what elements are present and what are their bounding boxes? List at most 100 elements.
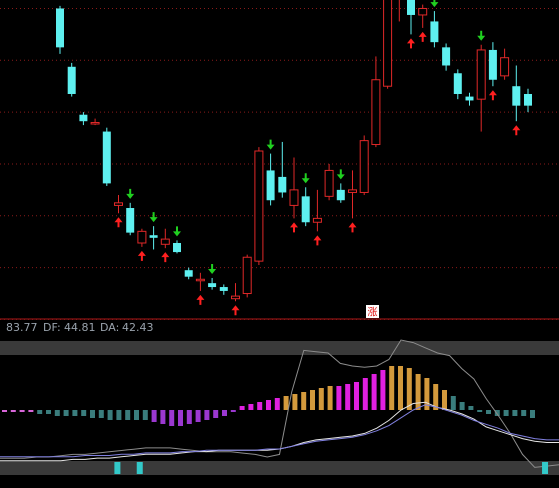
- histogram-bar: [450, 396, 456, 410]
- legend-da-label: DA:: [100, 321, 119, 334]
- histogram-bar: [362, 378, 368, 410]
- histogram-bar: [54, 410, 60, 416]
- buy-arrow: [114, 217, 123, 228]
- sell-arrow: [126, 188, 135, 199]
- sell-arrow: [173, 226, 181, 237]
- sell-arrow: [336, 169, 345, 180]
- candle-body: [359, 140, 369, 193]
- histogram-bar: [204, 410, 210, 420]
- histogram-bar: [239, 406, 245, 410]
- histogram-bar: [142, 410, 148, 420]
- histogram-bar: [292, 394, 298, 410]
- candle-body: [476, 49, 486, 100]
- sell-arrow: [208, 263, 217, 274]
- candle-body: [371, 79, 381, 146]
- candle-body: [184, 270, 193, 277]
- histogram-bar: [151, 410, 157, 422]
- buy-arrow: [348, 222, 357, 233]
- histogram-bar: [345, 384, 351, 410]
- candle-body: [126, 208, 135, 233]
- buy-arrow: [161, 252, 170, 263]
- indicator-marker: [136, 462, 143, 474]
- histogram-bar: [19, 410, 25, 412]
- candle-body: [149, 235, 158, 238]
- candle-body: [512, 86, 521, 106]
- histogram-bar: [503, 410, 509, 416]
- histogram-bar: [81, 410, 87, 416]
- candle-body: [312, 217, 322, 223]
- histogram-bar: [98, 410, 104, 418]
- histogram-bar: [213, 410, 219, 418]
- candle-body: [195, 278, 205, 282]
- histogram-bar: [169, 410, 175, 426]
- buy-arrow: [418, 31, 427, 42]
- histogram-bar: [107, 410, 113, 420]
- chart-canvas: 涨 83.77 DF: 44.81 DA: 42.43: [0, 0, 559, 475]
- buy-arrow: [231, 305, 240, 316]
- sell-arrow: [301, 173, 310, 184]
- sell-arrow: [266, 139, 275, 150]
- buy-arrow: [290, 222, 298, 233]
- histogram-bar: [468, 406, 474, 410]
- histogram-bar: [310, 390, 315, 410]
- sell-arrow: [430, 0, 439, 8]
- sell-arrow: [149, 212, 158, 223]
- histogram-bar: [37, 410, 43, 414]
- histogram-bar: [72, 410, 78, 416]
- histogram-bar: [10, 410, 16, 412]
- histogram-bar: [178, 410, 183, 426]
- indicator-histogram: [2, 366, 535, 426]
- indicator-lower-band: [0, 461, 559, 475]
- histogram-bar: [398, 366, 403, 410]
- candle-body: [266, 170, 275, 201]
- candle-body: [301, 196, 310, 223]
- histogram-bar: [116, 410, 122, 420]
- candle-body: [407, 0, 415, 15]
- histogram-bar: [248, 404, 254, 410]
- candle-body: [383, 0, 393, 87]
- histogram-bar: [327, 386, 333, 410]
- histogram-bar: [266, 400, 271, 410]
- candle-body: [242, 256, 252, 295]
- candle-body: [254, 150, 264, 262]
- candle-body: [56, 8, 64, 48]
- price-gridlines: [0, 7, 559, 320]
- histogram-bar: [195, 410, 201, 422]
- candle-body: [231, 295, 240, 300]
- indicator-marker: [114, 462, 121, 474]
- candle-body: [219, 287, 228, 291]
- legend-df-label: DF:: [43, 321, 61, 334]
- candle-body: [90, 121, 100, 125]
- histogram-bar: [406, 368, 412, 410]
- histogram-bar: [371, 374, 377, 410]
- signal-arrows: [114, 0, 521, 316]
- candle-body: [418, 7, 428, 16]
- buy-arrow: [313, 235, 322, 246]
- candle-body: [67, 66, 76, 94]
- candle-body: [453, 73, 462, 94]
- candle-body: [430, 21, 439, 43]
- histogram-bar: [90, 410, 95, 418]
- signal-badge: 涨: [366, 305, 379, 319]
- histogram-bar: [380, 370, 386, 410]
- buy-arrow: [488, 90, 497, 101]
- histogram-bar: [336, 386, 342, 410]
- candle-body: [278, 176, 287, 193]
- candlestick-series[interactable]: [56, 0, 532, 302]
- sell-arrow: [477, 30, 486, 41]
- histogram-bar: [222, 410, 227, 416]
- histogram-bar: [125, 410, 131, 420]
- candle-body: [500, 57, 510, 77]
- candle-body: [524, 93, 532, 106]
- candle-body: [102, 131, 111, 184]
- buy-arrow: [196, 294, 205, 305]
- histogram-bar: [46, 410, 51, 414]
- candle-body: [79, 114, 88, 122]
- histogram-bar: [415, 374, 421, 410]
- histogram-bar: [442, 390, 447, 410]
- buy-arrow: [512, 125, 521, 136]
- histogram-bar: [477, 410, 483, 412]
- indicator-upper-band: [0, 341, 559, 355]
- histogram-bar: [301, 392, 307, 410]
- candle-body: [160, 238, 170, 245]
